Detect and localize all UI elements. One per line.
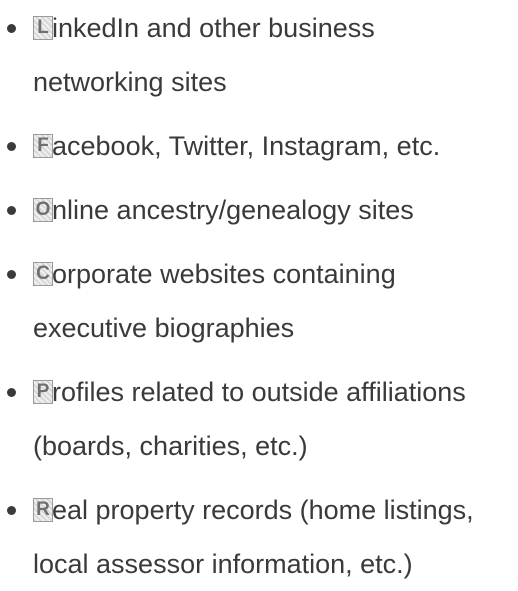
bullet-line: executive biographies xyxy=(33,313,295,343)
glyph-letter: L xyxy=(37,17,49,38)
glyph-letter: F xyxy=(37,135,49,156)
bullet-line: local assessor information, etc.) xyxy=(33,549,413,579)
bullet-dot-icon xyxy=(7,506,16,515)
image-glyph-icon: R xyxy=(33,498,53,522)
bullet-line: Facebook, Twitter, Instagram, etc. xyxy=(33,119,518,173)
bullet-text: nline ancestry/genealogy sites xyxy=(52,195,414,225)
bullet-item-property: Real property records (home listings, lo… xyxy=(0,483,518,591)
bullet-line: (boards, charities, etc.) xyxy=(33,431,308,461)
bullet-dot-icon xyxy=(7,270,16,279)
bullet-line: Online ancestry/genealogy sites xyxy=(33,183,518,237)
glyph-letter: P xyxy=(36,381,50,402)
bullet-text: rofiles related to outside affiliations xyxy=(52,377,466,407)
bullet-line: Profiles related to outside affiliations xyxy=(33,365,518,419)
image-glyph-icon: F xyxy=(33,134,53,158)
bullet-line: Real property records (home listings, xyxy=(33,483,518,537)
bullet-dot-icon xyxy=(7,388,16,397)
bullet-item-facebook: Facebook, Twitter, Instagram, etc. xyxy=(0,119,518,173)
bullet-item-corporate: Corporate websites containing executive … xyxy=(0,247,518,355)
image-glyph-icon: O xyxy=(33,198,53,222)
glyph-letter: R xyxy=(36,499,50,520)
glyph-letter: C xyxy=(36,263,50,284)
bullet-text: orporate websites containing xyxy=(52,259,396,289)
bullet-text: inkedIn and other business xyxy=(52,13,375,43)
bullet-line: networking sites xyxy=(33,67,227,97)
bullet-dot-icon xyxy=(7,206,16,215)
bullet-item-linkedin: LinkedIn and other business networking s… xyxy=(0,1,518,109)
bullet-dot-icon xyxy=(7,24,16,33)
image-glyph-icon: C xyxy=(33,262,53,286)
bullet-item-profiles: Profiles related to outside affiliations… xyxy=(0,365,518,473)
bullet-line: Corporate websites containing xyxy=(33,247,518,301)
bullet-item-ancestry: Online ancestry/genealogy sites xyxy=(0,183,518,237)
image-glyph-icon: L xyxy=(33,16,53,40)
glyph-letter: O xyxy=(35,199,51,220)
bullet-line: LinkedIn and other business xyxy=(33,1,518,55)
bullet-text: acebook, Twitter, Instagram, etc. xyxy=(52,131,441,161)
bullet-dot-icon xyxy=(7,142,16,151)
bullet-text: eal property records (home listings, xyxy=(52,495,474,525)
image-glyph-icon: P xyxy=(33,380,53,404)
bullet-list: LinkedIn and other business networking s… xyxy=(0,0,518,591)
